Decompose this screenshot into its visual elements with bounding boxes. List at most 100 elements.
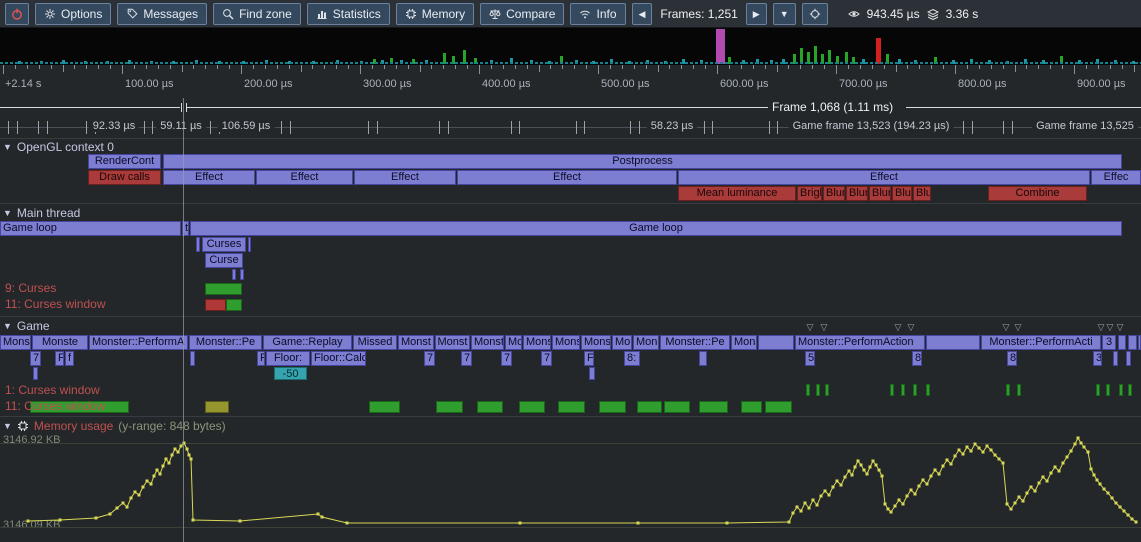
frame-marker-icon[interactable]: ▽ <box>1003 323 1010 332</box>
thread-header-main[interactable]: ▼Main thread <box>3 206 80 219</box>
zone[interactable] <box>240 269 244 280</box>
zone[interactable]: Monste <box>633 335 659 350</box>
plot-bar[interactable] <box>1096 384 1100 396</box>
zone[interactable]: Blur <box>913 186 931 201</box>
zone[interactable]: 7 <box>461 351 472 366</box>
zone[interactable]: Game loop <box>0 221 181 236</box>
plot-bar[interactable] <box>890 384 894 396</box>
zone[interactable]: Mo <box>505 335 522 350</box>
plot-bar[interactable] <box>901 384 905 396</box>
zone[interactable] <box>1128 335 1137 350</box>
plot-bar[interactable] <box>926 384 930 396</box>
zone[interactable]: Effect <box>163 170 255 185</box>
zone[interactable] <box>758 335 794 350</box>
plot-bar[interactable] <box>599 401 626 413</box>
zone[interactable]: -50 <box>274 367 307 380</box>
zone[interactable]: Effect <box>256 170 353 185</box>
zone[interactable] <box>33 367 38 380</box>
zone[interactable]: Monste <box>0 335 31 350</box>
zone[interactable]: Brigh <box>797 186 822 201</box>
zone[interactable] <box>190 351 195 366</box>
zone[interactable]: Effec <box>1091 170 1141 185</box>
zone[interactable]: 8: <box>624 351 640 366</box>
info-button[interactable]: Info <box>570 3 625 25</box>
zone[interactable] <box>926 335 980 350</box>
zone[interactable]: 3 <box>1093 351 1102 366</box>
prev-frame-button[interactable]: ◀ <box>632 3 653 25</box>
zone[interactable] <box>196 237 200 252</box>
zone[interactable]: f <box>65 351 74 366</box>
zone[interactable]: Floor::Calc <box>311 351 366 366</box>
plot-bar[interactable] <box>477 401 503 413</box>
zone[interactable]: 7 <box>424 351 435 366</box>
zone[interactable] <box>1126 351 1131 366</box>
zone[interactable]: Effect <box>354 170 456 185</box>
options-button[interactable]: Options <box>35 3 111 25</box>
messages-button[interactable]: Messages <box>117 3 207 25</box>
zone[interactable]: Effect <box>457 170 677 185</box>
zone[interactable]: Mean luminance <box>678 186 796 201</box>
plot-bar[interactable] <box>1106 384 1110 396</box>
plot-bar[interactable] <box>765 401 792 413</box>
zone[interactable]: Postprocess <box>163 154 1122 169</box>
zone[interactable]: 7 <box>30 351 41 366</box>
plot-name[interactable]: 1: Curses window <box>5 383 100 397</box>
zone[interactable]: Blur <box>869 186 891 201</box>
locate-frame-button[interactable] <box>802 3 828 25</box>
plot-name[interactable]: 11: Curses window <box>5 399 106 413</box>
plot-bar[interactable] <box>436 401 463 413</box>
zone[interactable]: 7 <box>541 351 552 366</box>
zone[interactable]: 5 <box>805 351 815 366</box>
zone[interactable]: Monster::PerformAction <box>795 335 925 350</box>
frame-marker-row[interactable]: Frame 1,068 (1.11 ms) <box>0 98 1141 117</box>
plot-bar[interactable] <box>741 401 762 413</box>
memory-graph[interactable] <box>0 430 1141 542</box>
zone[interactable]: 3 <box>1102 335 1116 350</box>
zone[interactable]: Mons <box>731 335 757 350</box>
zone[interactable]: Monster::PerformA <box>89 335 188 350</box>
plot-bar[interactable] <box>226 299 242 311</box>
plot-bar[interactable] <box>1119 384 1123 396</box>
statistics-button[interactable]: Statistics <box>307 3 390 25</box>
zone[interactable]: Blur <box>823 186 845 201</box>
plot-bar[interactable] <box>205 299 226 311</box>
plot-bar[interactable] <box>806 384 810 396</box>
power-button[interactable] <box>5 3 29 25</box>
plot-bar[interactable] <box>913 384 917 396</box>
zone[interactable] <box>699 351 707 366</box>
zone[interactable]: 8 <box>1007 351 1017 366</box>
zone[interactable]: Monste <box>32 335 88 350</box>
zone[interactable]: Monster::Pe <box>660 335 730 350</box>
zone[interactable]: F <box>55 351 64 366</box>
zone[interactable]: Draw calls <box>88 170 161 185</box>
zone[interactable]: Combine <box>988 186 1087 201</box>
zone[interactable]: F <box>257 351 265 366</box>
zone[interactable]: Blur <box>892 186 912 201</box>
zone[interactable]: Monst <box>435 335 470 350</box>
frame-marker-icon[interactable]: ▽ <box>1015 323 1022 332</box>
plot-bar[interactable] <box>558 401 585 413</box>
plot-bar[interactable] <box>205 401 229 413</box>
plot-bar[interactable] <box>1128 384 1132 396</box>
frame-marker-icon[interactable]: ▽ <box>807 323 814 332</box>
thread-header-opengl[interactable]: ▼OpenGL context 0 <box>3 140 114 153</box>
plot-name[interactable]: 9: Curses <box>5 281 56 295</box>
zone[interactable]: Blur <box>846 186 868 201</box>
zone[interactable]: Game::Replay <box>263 335 352 350</box>
plot-bar[interactable] <box>519 401 545 413</box>
plot-name[interactable]: 11: Curses window <box>5 297 106 311</box>
plot-bar[interactable] <box>205 283 242 295</box>
memory-button[interactable]: Memory <box>396 3 474 25</box>
zone[interactable] <box>1118 335 1126 350</box>
plot-bar[interactable] <box>369 401 400 413</box>
frame-dropdown-button[interactable]: ▼ <box>773 3 796 25</box>
time-ruler[interactable]: 100.00 µs200.00 µs300.00 µs400.00 µs500.… <box>0 65 1141 98</box>
plot-bar[interactable] <box>637 401 662 413</box>
plot-bar[interactable] <box>825 384 829 396</box>
zone[interactable]: F <box>584 351 594 366</box>
zone[interactable]: Monster::Pe <box>189 335 262 350</box>
zone[interactable]: Monst <box>398 335 434 350</box>
zone[interactable]: Curse <box>205 253 243 268</box>
zone[interactable]: Mons <box>612 335 632 350</box>
frame-marker-icon[interactable]: ▽ <box>821 323 828 332</box>
